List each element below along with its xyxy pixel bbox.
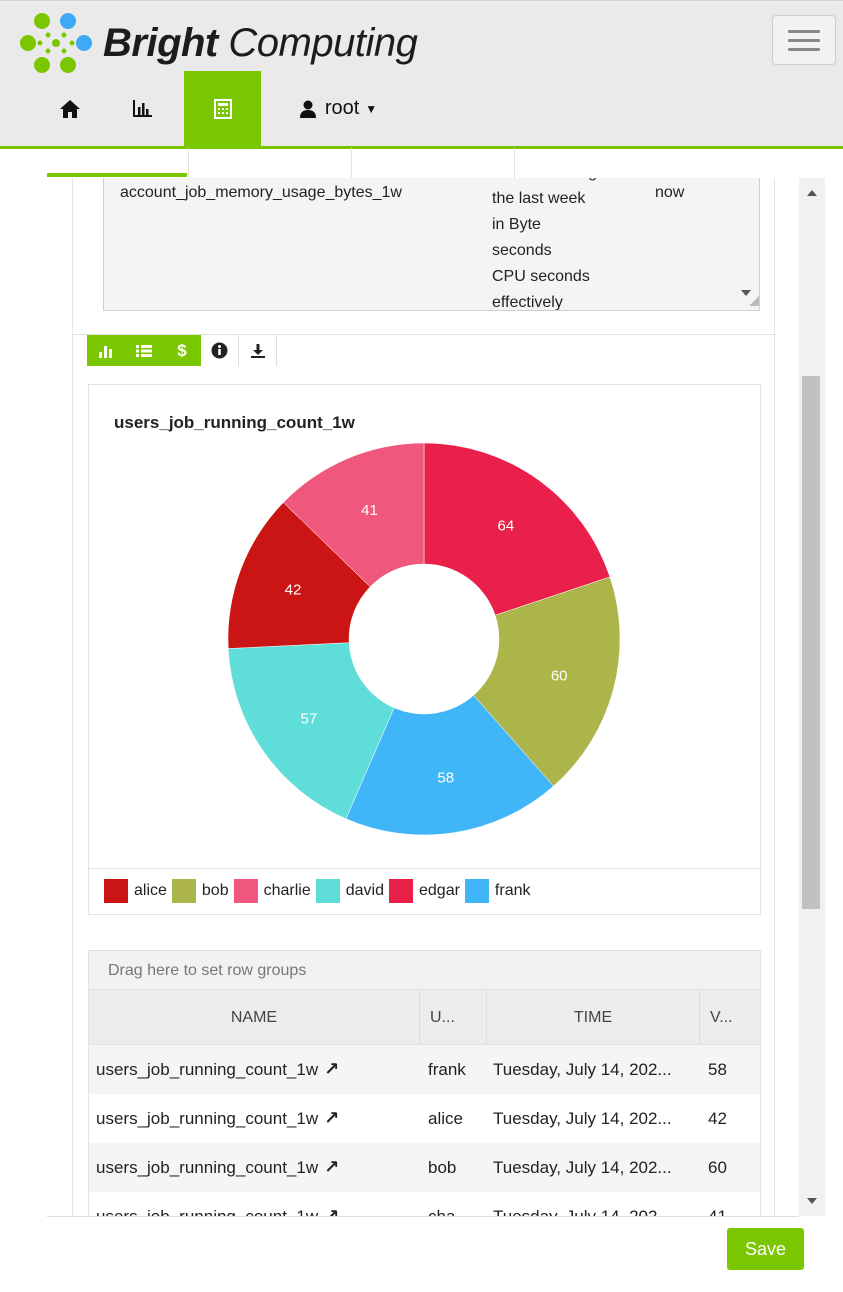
cost-view-button[interactable]: $ xyxy=(163,335,201,366)
legend-item-alice[interactable]: alice xyxy=(104,879,167,903)
resize-grip-icon[interactable] xyxy=(749,296,759,306)
column-header-user[interactable]: U... xyxy=(420,990,487,1045)
sub-tab-strip xyxy=(47,148,787,178)
slice-label-edgar: 64 xyxy=(498,517,515,534)
user-menu[interactable]: root ▼ xyxy=(283,71,393,146)
cell-user: bob xyxy=(428,1157,457,1177)
list-view-button[interactable] xyxy=(125,335,163,366)
legend-swatch xyxy=(233,879,258,903)
legend-label: charlie xyxy=(263,882,311,899)
cell-time: Tuesday, July 14, 202... xyxy=(493,1206,672,1217)
view-toolbar: $ xyxy=(87,335,277,366)
legend-swatch xyxy=(464,879,489,903)
cell-name: users_job_running_count_1w ↗ xyxy=(96,1059,340,1080)
legend-swatch xyxy=(171,879,196,903)
list-view-icon xyxy=(136,344,152,357)
download-icon xyxy=(250,343,265,358)
nav-home[interactable] xyxy=(46,71,94,146)
metric-description: account during the last week in Byte sec… xyxy=(492,178,597,311)
info-button[interactable] xyxy=(201,335,239,366)
nav-reports[interactable] xyxy=(118,71,166,146)
table-row[interactable]: users_job_running_count_1w ↗cha Tuesday, J… xyxy=(89,1192,760,1216)
cell-user: alice xyxy=(428,1108,463,1128)
scroll-down-arrow-icon[interactable] xyxy=(807,1198,817,1204)
save-button[interactable]: Save xyxy=(727,1228,804,1270)
legend-swatch xyxy=(389,879,413,903)
cell-time: Tuesday, July 14, 202... xyxy=(493,1108,672,1128)
chart-view-icon xyxy=(99,345,112,358)
scroll-thumb[interactable] xyxy=(802,376,820,909)
top-navbar: Bright Computing root ▼ xyxy=(0,0,843,149)
slice-label-bob: 60 xyxy=(551,667,568,684)
cell-time: Tuesday, July 14, 202... xyxy=(493,1059,672,1079)
cell-name: users_job_running_count_1w ↗ xyxy=(96,1108,340,1129)
cell-name: users_job_running_count_1w ↗ xyxy=(96,1157,340,1178)
cell-value: 60 xyxy=(708,1157,727,1177)
external-link-icon[interactable]: ↗ xyxy=(324,1157,339,1178)
nav-accounting[interactable] xyxy=(184,71,261,146)
donut-chart: 64 60 58 57 42 41 xyxy=(227,442,621,836)
data-grid: Drag here to set row groups NAME U... TI… xyxy=(88,950,761,1216)
table-row[interactable]: users_job_running_count_1w ↗ alice Tuesday,… xyxy=(89,1094,760,1143)
bright-computing-logo[interactable]: Bright Computing xyxy=(20,11,418,75)
accounting-panel: account_job_memory_usage_bytes_1w accoun… xyxy=(72,178,776,1216)
external-link-icon[interactable]: ↗ xyxy=(324,1059,339,1080)
dollar-icon: $ xyxy=(177,340,187,360)
scroll-up-arrow-icon[interactable] xyxy=(807,190,817,196)
column-header-time[interactable]: TIME xyxy=(487,990,700,1045)
table-row[interactable]: users_job_running_count_1w ↗ bob Tuesday, J… xyxy=(89,1143,760,1192)
grid-body: users_job_running_count_1w ↗ frank Tuesday,… xyxy=(89,1045,760,1216)
legend-item-bob[interactable]: bob xyxy=(171,879,229,903)
legend-label: david xyxy=(345,882,384,899)
home-icon xyxy=(60,99,80,118)
cell-name: users_job_running_count_1w ↗ xyxy=(89,1192,420,1216)
table-row[interactable]: users_job_running_count_1w ↗ frank Tuesday,… xyxy=(89,1045,760,1094)
calculator-icon xyxy=(213,98,232,119)
slice-label-frank: 58 xyxy=(437,769,454,786)
legend-item-charlie[interactable]: charlie xyxy=(233,879,311,903)
legend-label: edgar xyxy=(419,882,460,899)
metric-list-box[interactable]: account_job_memory_usage_bytes_1w accoun… xyxy=(103,178,760,311)
grid-header: NAME U... TIME V... xyxy=(89,990,760,1045)
user-icon xyxy=(299,100,316,118)
row-group-drop-zone[interactable]: Drag here to set row groups xyxy=(89,951,760,990)
active-tab-indicator xyxy=(47,173,187,177)
cell-value: 41 xyxy=(708,1206,727,1217)
brand-name: Bright Computing xyxy=(103,20,418,65)
cell-time: Tuesday, July 14, 202... xyxy=(493,1157,672,1177)
logo-dots-icon xyxy=(20,13,92,73)
legend-label: frank xyxy=(494,882,531,899)
external-link-icon[interactable]: ↗ xyxy=(324,1206,339,1216)
caret-down-icon: ▼ xyxy=(365,101,378,116)
legend-swatch xyxy=(315,879,340,903)
info-icon xyxy=(211,342,228,359)
slice-label-alice: 42 xyxy=(285,582,302,599)
menu-toggle-button[interactable] xyxy=(772,15,836,65)
legend-item-david[interactable]: david xyxy=(315,879,384,903)
legend-label: alice xyxy=(134,882,167,899)
cell-value: 58 xyxy=(708,1059,727,1079)
metric-name: account_job_memory_usage_bytes_1w xyxy=(120,184,402,201)
legend-label: bob xyxy=(201,882,229,899)
column-header-value[interactable]: V... xyxy=(700,990,760,1045)
legend-swatch xyxy=(104,879,128,903)
bar-chart-icon xyxy=(133,99,152,117)
cell-user: frank xyxy=(428,1059,466,1079)
page-scrollbar[interactable] xyxy=(799,178,825,1216)
column-header-name[interactable]: NAME xyxy=(89,990,420,1045)
external-link-icon[interactable]: ↗ xyxy=(324,1108,339,1129)
legend-item-edgar[interactable]: edgar xyxy=(389,879,460,903)
cell-value: 42 xyxy=(708,1108,727,1128)
user-menu-label: root xyxy=(324,97,360,119)
legend-item-frank[interactable]: frank xyxy=(464,879,531,903)
main-content: account_job_memory_usage_bytes_1w accoun… xyxy=(0,148,843,1216)
slice-label-david: 57 xyxy=(300,711,317,728)
chart-legend: alice bob charlie david edgar frank xyxy=(104,879,536,903)
metric-time: now xyxy=(655,184,685,201)
download-button[interactable] xyxy=(239,335,277,366)
cell-user: cha xyxy=(428,1206,456,1217)
chart-view-button[interactable] xyxy=(87,335,125,366)
chart-card: users_job_running_count_1w 64 60 58 57 42 41 … xyxy=(88,384,761,915)
slice-label-charlie: 41 xyxy=(361,502,378,519)
